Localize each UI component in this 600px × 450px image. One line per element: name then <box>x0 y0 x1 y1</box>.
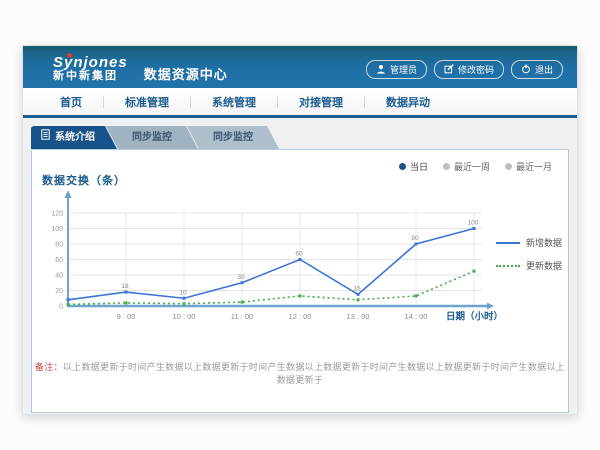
svg-text:30: 30 <box>237 274 245 281</box>
user-icon <box>376 64 386 74</box>
dotted-line-icon <box>496 265 520 267</box>
tab-system-intro[interactable]: 系统介绍 <box>31 126 117 149</box>
change-password-label: 修改密码 <box>458 63 494 76</box>
time-range-filter: 当日 最近一周 最近一月 <box>399 160 552 173</box>
tab-sync-monitor-1[interactable]: 同步监控 <box>106 126 198 149</box>
logo-company: 新中新集团 <box>53 71 128 83</box>
y-axis-title: 数据交换（条） <box>42 172 126 188</box>
svg-text:60: 60 <box>55 257 63 264</box>
svg-text:14 : 00: 14 : 00 <box>405 312 428 321</box>
svg-text:15: 15 <box>353 285 361 292</box>
svg-text:10: 10 <box>179 289 187 296</box>
nav-item-system-management[interactable]: 系统管理 <box>191 94 277 110</box>
legend-updated-data-label: 更新数据 <box>526 259 562 272</box>
tab-sync-monitor-2-label: 同步监控 <box>213 132 253 143</box>
radio-last-month-label: 最近一月 <box>516 160 552 173</box>
footer-note-text: 以上数据更新于时间产生数据以上数据更新于时间产生数据以上数据更新于时间产生数据以… <box>63 362 565 385</box>
svg-text:20: 20 <box>55 288 63 295</box>
legend-updated-data: 更新数据 <box>496 259 562 272</box>
radio-dot-icon <box>443 163 450 170</box>
nav-item-integration-management[interactable]: 对接管理 <box>278 94 364 110</box>
svg-text:100: 100 <box>51 226 63 233</box>
radio-last-week-label: 最近一周 <box>454 160 490 173</box>
tab-system-intro-label: 系统介绍 <box>55 126 95 149</box>
line-chart: 0 20 40 60 80 100 120 9 : 00 10 : 00 11 : 00 12 : … <box>44 188 564 325</box>
svg-text:9 : 00: 9 : 00 <box>117 312 136 321</box>
solid-line-icon <box>496 242 520 244</box>
svg-text:80: 80 <box>411 235 419 242</box>
svg-text:80: 80 <box>55 242 63 249</box>
tab-bar: 系统介绍 同步监控 同步监控 <box>31 126 569 149</box>
logout-label: 退出 <box>535 63 553 76</box>
radio-last-month[interactable]: 最近一月 <box>505 160 552 173</box>
svg-text:100: 100 <box>468 220 479 227</box>
nav-item-data-change[interactable]: 数据异动 <box>365 94 451 110</box>
main-nav: 首页 标准管理 系统管理 对接管理 数据异动 <box>23 88 577 118</box>
footer-note-prefix: 备注： <box>35 362 63 372</box>
radio-dot-icon <box>399 163 406 170</box>
radio-today[interactable]: 当日 <box>399 160 428 173</box>
content-area: 系统介绍 同步监控 同步监控 当日 最近一周 <box>23 118 577 413</box>
svg-text:120: 120 <box>51 211 63 218</box>
header: Synjones 新中新集团 数据资源中心 管理员 修改密码 退出 <box>23 46 577 88</box>
footer-note: 备注：以上数据更新于时间产生数据以上数据更新于时间产生数据以上数据更新于时间产生… <box>32 360 568 386</box>
radio-last-week[interactable]: 最近一周 <box>443 160 490 173</box>
svg-text:日期（小时）: 日期（小时） <box>446 311 503 323</box>
chart-panel: 当日 最近一周 最近一月 数据交换（条） 0 20 40 60 80 100 120 9 : … <box>31 149 569 413</box>
chart-legend: 新增数据 更新数据 <box>496 236 562 272</box>
edit-icon <box>444 64 454 74</box>
radio-today-label: 当日 <box>410 160 428 173</box>
logout-button[interactable]: 退出 <box>511 60 563 79</box>
svg-text:12 : 00: 12 : 00 <box>289 312 312 321</box>
svg-text:10 : 00: 10 : 00 <box>173 312 196 321</box>
svg-text:11 : 00: 11 : 00 <box>231 312 253 321</box>
radio-dot-icon <box>505 163 512 170</box>
svg-text:13 : 00: 13 : 00 <box>347 312 370 321</box>
app-window: Synjones 新中新集团 数据资源中心 管理员 修改密码 退出 <box>22 45 578 415</box>
logo-brand: Synjones <box>53 55 128 71</box>
admin-button[interactable]: 管理员 <box>366 60 427 79</box>
change-password-button[interactable]: 修改密码 <box>434 60 504 79</box>
nav-item-standard-management[interactable]: 标准管理 <box>104 94 190 110</box>
svg-text:18: 18 <box>121 283 129 290</box>
power-icon <box>521 64 531 74</box>
document-icon <box>41 126 50 149</box>
admin-label: 管理员 <box>390 63 417 76</box>
legend-new-data: 新增数据 <box>496 236 562 249</box>
svg-text:0: 0 <box>59 304 63 311</box>
legend-new-data-label: 新增数据 <box>526 236 562 249</box>
tab-sync-monitor-2[interactable]: 同步监控 <box>187 126 279 149</box>
svg-text:60: 60 <box>295 251 303 258</box>
header-actions: 管理员 修改密码 退出 <box>366 60 563 79</box>
logo[interactable]: Synjones 新中新集团 <box>53 55 128 82</box>
nav-item-home[interactable]: 首页 <box>39 94 103 110</box>
tab-sync-monitor-1-label: 同步监控 <box>132 132 172 143</box>
page-title: 数据资源中心 <box>144 64 228 83</box>
svg-text:40: 40 <box>55 273 63 280</box>
